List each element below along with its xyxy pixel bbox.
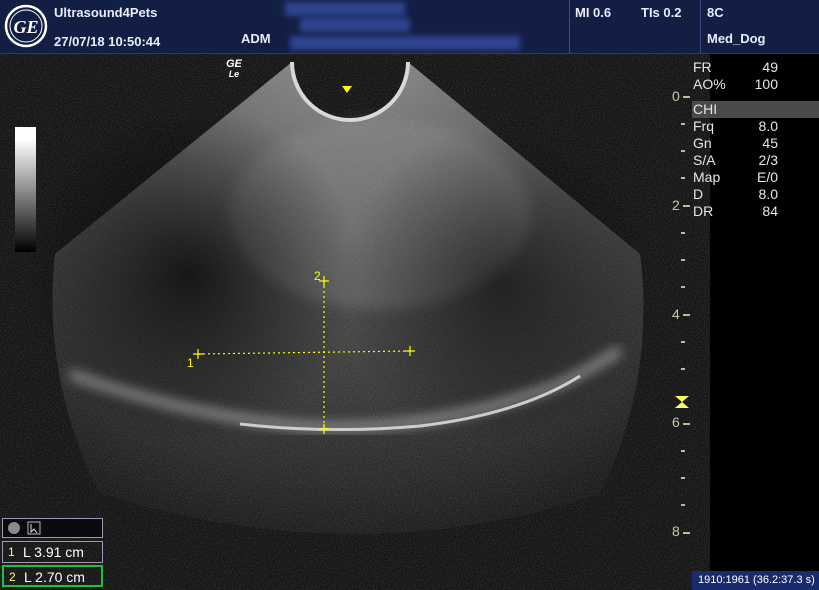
depth-tick — [681, 177, 685, 179]
parameter-panel: FR 49 AO% 100 CHI Frq 8.0 Gn 45 S/A 2/3 Map… — [692, 59, 819, 220]
depth-label: 4 — [672, 306, 680, 322]
param-value: 2/3 — [758, 152, 778, 168]
param-row-depth: D 8.0 — [692, 186, 819, 203]
measurement-index: 2 — [9, 570, 16, 584]
param-value: E/0 — [756, 169, 778, 185]
measurement-index: 1 — [8, 545, 15, 559]
depth-tick — [681, 150, 685, 152]
pointer-icon — [30, 524, 38, 534]
param-value: 100 — [754, 76, 778, 92]
site-name: Ultrasound4Pets — [54, 5, 158, 20]
depth-label: 6 — [672, 414, 680, 430]
operator-id: ADM — [241, 31, 271, 46]
depth-tick — [683, 532, 690, 534]
depth-tick — [681, 232, 685, 234]
focal-zone-icon[interactable] — [674, 395, 690, 409]
exam-datetime: 27/07/18 10:50:44 — [54, 34, 161, 49]
probe-name: 8C — [707, 5, 724, 20]
param-row-map: Map E/0 — [692, 169, 819, 186]
depth-tick — [683, 96, 690, 98]
param-label: Map — [693, 169, 721, 185]
frame-counter-text: 1910:1961 (36.2:37.3 s) — [698, 574, 815, 586]
param-value: 49 — [762, 59, 778, 75]
imaging-mode[interactable]: CHI — [692, 101, 819, 118]
redacted-patient-info — [300, 18, 410, 32]
param-row-gain: Gn 45 — [692, 135, 819, 152]
depth-tick — [681, 504, 685, 506]
header-divider — [700, 0, 701, 53]
param-row-sa: S/A 2/3 — [692, 152, 819, 169]
redacted-patient-info — [285, 2, 405, 16]
param-row-fr: FR 49 — [692, 59, 819, 76]
depth-tick — [683, 423, 690, 425]
depth-label: 8 — [672, 523, 680, 539]
depth-tick — [681, 123, 685, 125]
param-value: 45 — [762, 135, 778, 151]
measurement-value: L 3.91 cm — [23, 544, 84, 560]
param-label: Frq — [693, 118, 714, 134]
header-bar: GE Ultrasound4Pets 27/07/18 10:50:44 ADM… — [0, 0, 819, 54]
depth-label: 0 — [672, 88, 680, 104]
measurement-row[interactable]: 1 L 3.91 cm — [2, 541, 103, 563]
depth-tick — [681, 368, 685, 370]
svg-text:GE: GE — [13, 17, 38, 37]
depth-tick — [681, 477, 685, 479]
depth-tick — [681, 286, 685, 288]
param-value: 8.0 — [758, 186, 778, 202]
mechanical-index: MI 0.6 — [575, 5, 612, 20]
depth-label: 2 — [672, 197, 680, 213]
measure-circle-icon[interactable] — [8, 522, 20, 534]
param-row-ao: AO% 100 — [692, 76, 819, 93]
param-label: FR — [693, 59, 712, 75]
depth-tick — [681, 450, 685, 452]
param-label: Gn — [693, 135, 712, 151]
measurement-header — [2, 518, 103, 538]
measurement-value: L 2.70 cm — [24, 569, 85, 585]
depth-tick — [681, 341, 685, 343]
probe-mark-line1: GE — [226, 58, 242, 70]
param-label: DR — [693, 203, 714, 219]
measurement-row-active[interactable]: 2 L 2.70 cm — [2, 565, 103, 587]
depth-tick — [683, 314, 690, 316]
thermal-index: TIs 0.2 — [641, 5, 682, 20]
probe-mark-line2: Le — [228, 69, 240, 79]
measurement-panel: 1 L 3.91 cm 2 L 2.70 cm — [2, 518, 103, 588]
cine-frame-counter: 1910:1961 (36.2:37.3 s) — [692, 571, 819, 590]
caliper-label-1: 1 — [187, 356, 194, 370]
preset-name: Med_Dog — [707, 31, 766, 46]
probe-mark: GE Le — [226, 58, 242, 80]
param-value: 84 — [762, 203, 778, 219]
caliper-label-2: 2 — [314, 269, 321, 283]
param-label: D — [693, 186, 704, 202]
depth-tick — [681, 259, 685, 261]
param-label: S/A — [693, 152, 716, 168]
param-row-dr: DR 84 — [692, 203, 819, 220]
depth-tick — [683, 205, 690, 207]
grayscale-bar — [15, 127, 36, 252]
param-value: 8.0 — [758, 118, 778, 134]
cursor-tool-icon[interactable] — [27, 521, 41, 535]
param-row-frq: Frq 8.0 — [692, 118, 819, 135]
header-divider — [569, 0, 570, 53]
param-label: AO% — [693, 76, 726, 92]
ge-logo: GE — [4, 4, 48, 48]
redacted-patient-info — [290, 36, 520, 50]
mode-label: CHI — [693, 101, 718, 117]
